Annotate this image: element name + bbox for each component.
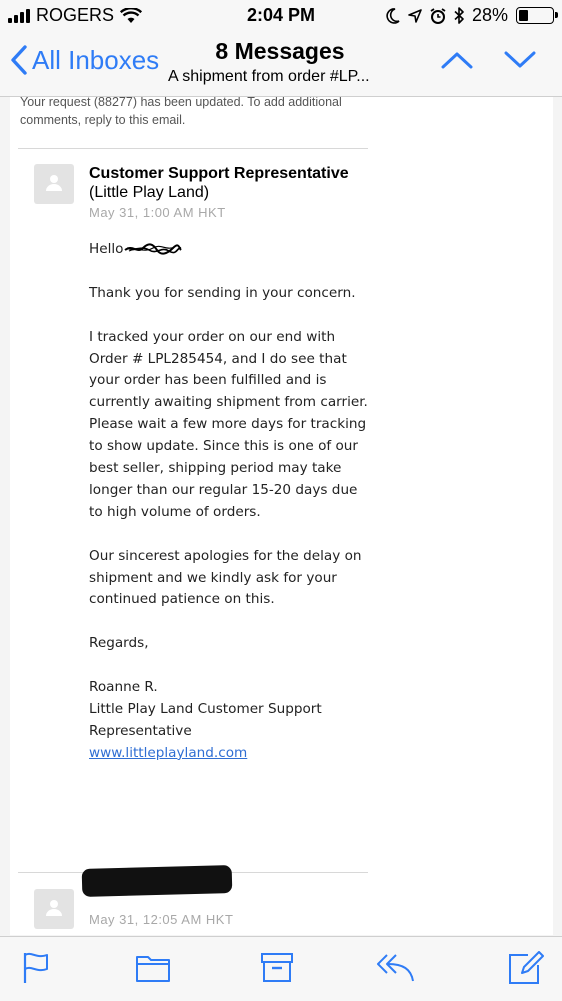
reply-icon xyxy=(377,954,414,982)
bottom-toolbar xyxy=(0,936,562,1001)
message-date: May 31, 1:00 AM HKT xyxy=(89,205,226,220)
message-divider xyxy=(18,148,368,149)
redacted-sender xyxy=(81,865,233,897)
chevron-left-icon xyxy=(11,45,27,75)
avatar xyxy=(34,889,74,929)
paragraph: I tracked your order on our end with Ord… xyxy=(89,328,368,520)
back-button[interactable]: All Inboxes xyxy=(10,44,159,76)
previous-message-button[interactable] xyxy=(440,50,474,75)
flag-button[interactable] xyxy=(22,951,50,990)
thread-count-title: 8 Messages xyxy=(215,38,345,64)
folder-icon xyxy=(136,956,170,982)
location-icon xyxy=(408,8,422,23)
chevron-down-icon xyxy=(504,51,536,68)
person-icon xyxy=(46,175,62,191)
redaction-scribble xyxy=(124,243,183,255)
sender-org: (Little Play Land) xyxy=(89,184,210,201)
person-icon xyxy=(46,900,62,916)
sender-name: Customer Support Representative xyxy=(89,165,349,182)
flag-icon xyxy=(23,952,48,983)
signature-title: Little Play Land Customer Support Repres… xyxy=(89,700,322,739)
reply-button[interactable] xyxy=(375,951,417,988)
greeting: Hello xyxy=(89,241,124,257)
thread-subject: A shipment from order #LP... xyxy=(168,68,370,85)
moon-icon xyxy=(386,7,400,24)
message-date: May 31, 12:05 AM HKT xyxy=(89,912,234,927)
paragraph: Regards, xyxy=(89,635,149,652)
alarm-icon xyxy=(430,7,446,24)
avatar xyxy=(34,164,74,204)
navigation-bar: All Inboxes 8 Messages A shipment from o… xyxy=(0,32,562,97)
signature-name: Roanne R. xyxy=(89,679,158,696)
chevron-up-icon xyxy=(441,52,473,69)
paragraph: Our sincerest apologies for the delay on… xyxy=(89,547,362,608)
move-to-folder-button[interactable] xyxy=(135,951,171,988)
next-message-button[interactable] xyxy=(503,50,537,75)
message-body: Hello Thank you for sending in your conc… xyxy=(89,239,374,765)
archive-button[interactable] xyxy=(260,951,294,988)
compose-icon xyxy=(509,951,544,984)
website-link[interactable]: www.littleplayland.com xyxy=(89,743,374,765)
greeting-line: Hello xyxy=(89,239,374,261)
previous-message-tail: Your request (88277) has been updated. T… xyxy=(20,97,342,127)
compose-button[interactable] xyxy=(508,951,544,990)
battery-icon xyxy=(516,7,558,24)
status-bar: ROGERS 2:04 PM 28% xyxy=(0,0,562,32)
archive-icon xyxy=(261,953,293,982)
back-button-label: All Inboxes xyxy=(32,44,160,75)
paragraph: Thank you for sending in your concern. xyxy=(89,284,356,301)
bluetooth-icon xyxy=(454,7,464,24)
battery-percent: 28% xyxy=(471,5,508,25)
sender[interactable]: Customer Support Representative (Little … xyxy=(89,164,389,202)
message-thread[interactable]: Your request (88277) has been updated. T… xyxy=(10,97,553,935)
